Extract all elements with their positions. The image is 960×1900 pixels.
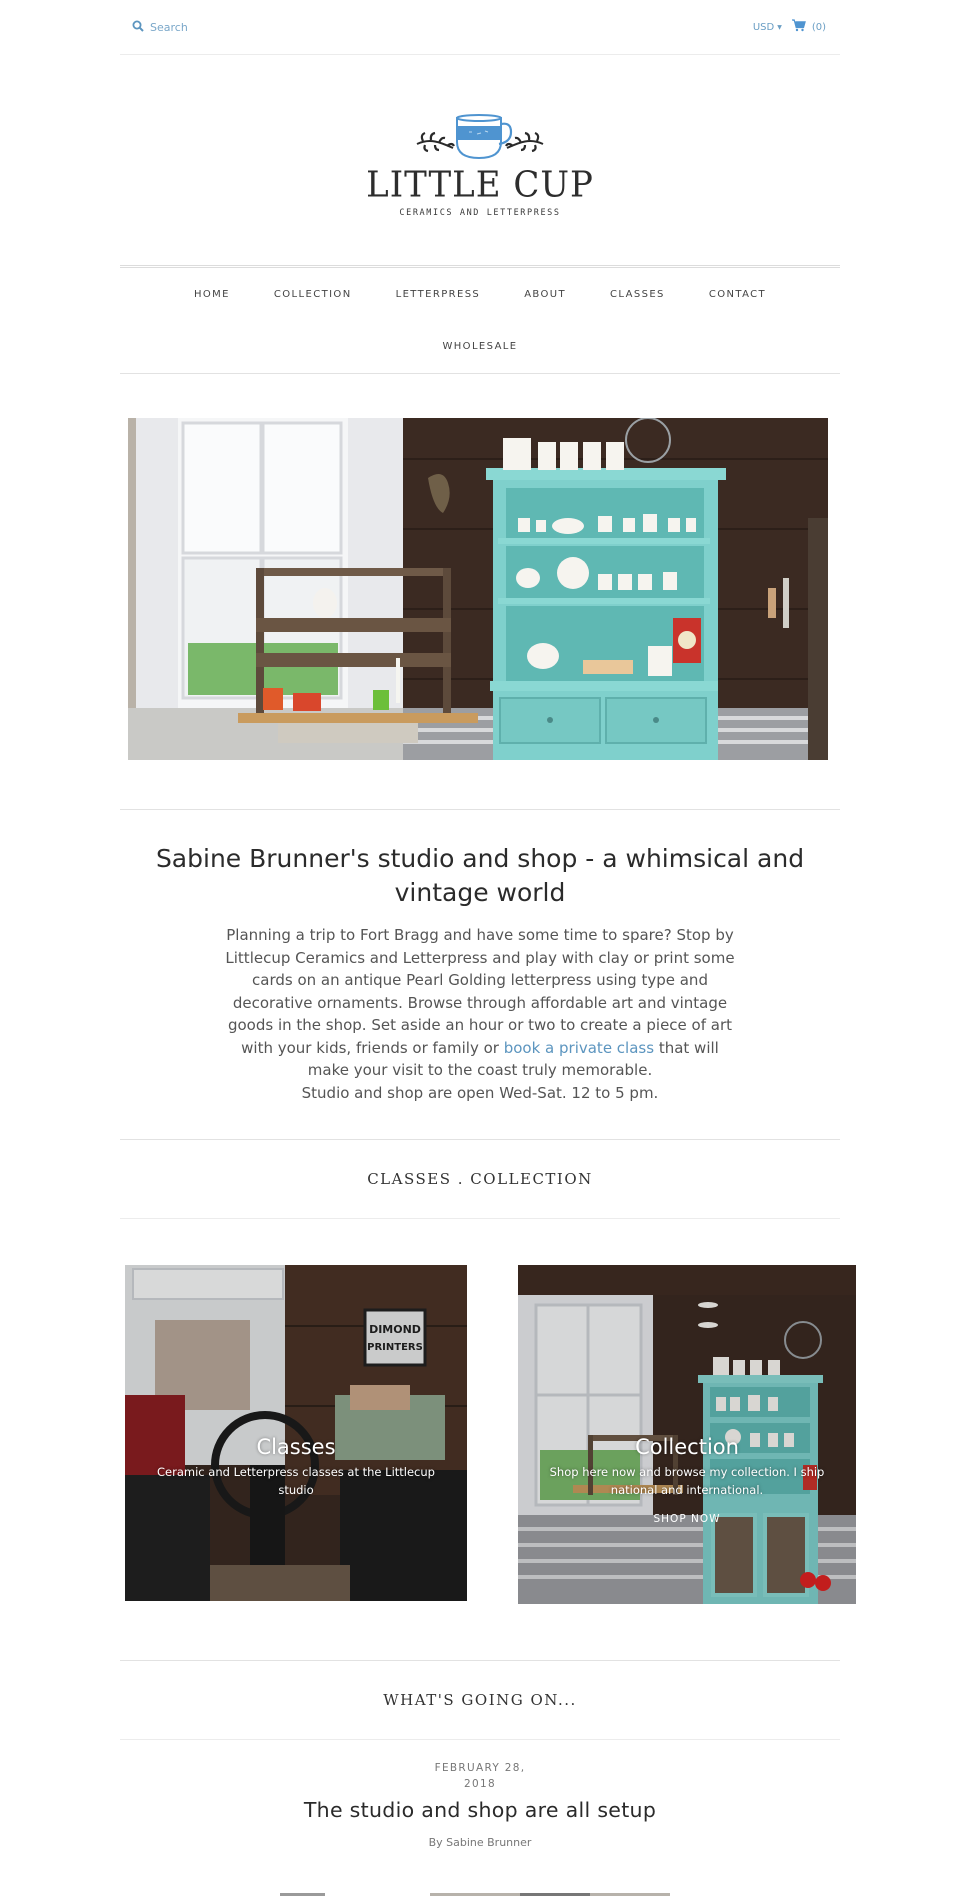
post-title[interactable]: The studio and shop are all setup xyxy=(120,1798,840,1822)
post-date: FEBRUARY 28, 2018 xyxy=(434,1762,526,1790)
hero-image xyxy=(128,418,828,760)
search-input[interactable] xyxy=(150,20,290,34)
intro-hours: Studio and shop are open Wed-Sat. 12 to … xyxy=(301,1083,659,1102)
featured-heading: CLASSES . COLLECTION xyxy=(120,1139,840,1219)
logo-title: LITTLE CUP xyxy=(366,164,594,206)
blog-post: FEBRUARY 28, 2018 The studio and shop ar… xyxy=(120,1740,840,1896)
collection-tile[interactable]: Collection Shop here now and browse my c… xyxy=(518,1265,856,1604)
nav-item-classes[interactable]: CLASSES xyxy=(610,289,665,300)
nav-item-contact[interactable]: CONTACT xyxy=(709,289,766,300)
shop-now-button[interactable]: SHOP NOW xyxy=(654,1513,721,1525)
search xyxy=(132,20,290,35)
blog-heading: WHAT'S GOING ON... xyxy=(120,1660,840,1740)
search-icon[interactable] xyxy=(132,20,144,35)
classes-tile-overlay: Classes Ceramic and Letterpress classes … xyxy=(125,1265,467,1601)
nav-item-letterpress[interactable]: LETTERPRESS xyxy=(396,289,481,300)
page: USD ▼ (0) xyxy=(120,0,856,1896)
classes-tile-title: Classes xyxy=(256,1435,336,1459)
featured-tiles: DIMOND PRINTERS Classes Ceramic and Lett… xyxy=(120,1219,856,1649)
currency-value: USD xyxy=(752,21,775,33)
currency-selector[interactable]: USD ▼ xyxy=(753,22,782,33)
cart-icon xyxy=(791,19,806,35)
collection-tile-description: Shop here now and browse my collection. … xyxy=(549,1465,825,1497)
nav-item-about[interactable]: ABOUT xyxy=(524,289,566,300)
post-author: By Sabine Brunner xyxy=(428,1836,532,1849)
intro-title: Sabine Brunner's studio and shop - a whi… xyxy=(155,844,805,907)
caret-down-icon: ▼ xyxy=(777,23,782,31)
nav-item-wholesale[interactable]: WHOLESALE xyxy=(442,341,517,352)
blog-heading-text: WHAT'S GOING ON... xyxy=(383,1691,577,1709)
logo-area: LITTLE CUP CERAMICS AND LETTERPRESS xyxy=(120,55,840,265)
hero-section xyxy=(120,374,840,809)
nav-row-2: WHOLESALE xyxy=(120,320,840,373)
main-nav: HOME COLLECTION LETTERPRESS ABOUT CLASSE… xyxy=(120,265,840,374)
logo[interactable]: LITTLE CUP CERAMICS AND LETTERPRESS xyxy=(366,112,594,218)
nav-row-1: HOME COLLECTION LETTERPRESS ABOUT CLASSE… xyxy=(120,268,840,320)
classes-tile[interactable]: DIMOND PRINTERS Classes Ceramic and Lett… xyxy=(125,1265,467,1601)
classes-tile-description: Ceramic and Letterpress classes at the L… xyxy=(157,1465,435,1497)
post-image[interactable] xyxy=(120,1881,840,1896)
intro-section: Sabine Brunner's studio and shop - a whi… xyxy=(120,809,840,1139)
intro-body-text: Planning a trip to Fort Bragg and have s… xyxy=(225,926,735,1057)
collection-tile-title: Collection xyxy=(635,1435,739,1459)
cart-link[interactable]: (0) xyxy=(791,19,826,35)
cart-count: (0) xyxy=(811,21,826,33)
book-private-class-link[interactable]: book a private class xyxy=(504,1039,654,1057)
nav-item-home[interactable]: HOME xyxy=(194,289,230,300)
logo-subtitle: CERAMICS AND LETTERPRESS xyxy=(399,208,561,218)
intro-body: Planning a trip to Fort Bragg and have s… xyxy=(225,924,735,1104)
featured-heading-text: CLASSES . COLLECTION xyxy=(367,1170,593,1188)
nav-item-collection[interactable]: COLLECTION xyxy=(274,289,352,300)
collection-tile-overlay: Collection Shop here now and browse my c… xyxy=(518,1265,856,1604)
top-bar: USD ▼ (0) xyxy=(120,0,840,55)
header-tools: USD ▼ (0) xyxy=(753,19,826,35)
